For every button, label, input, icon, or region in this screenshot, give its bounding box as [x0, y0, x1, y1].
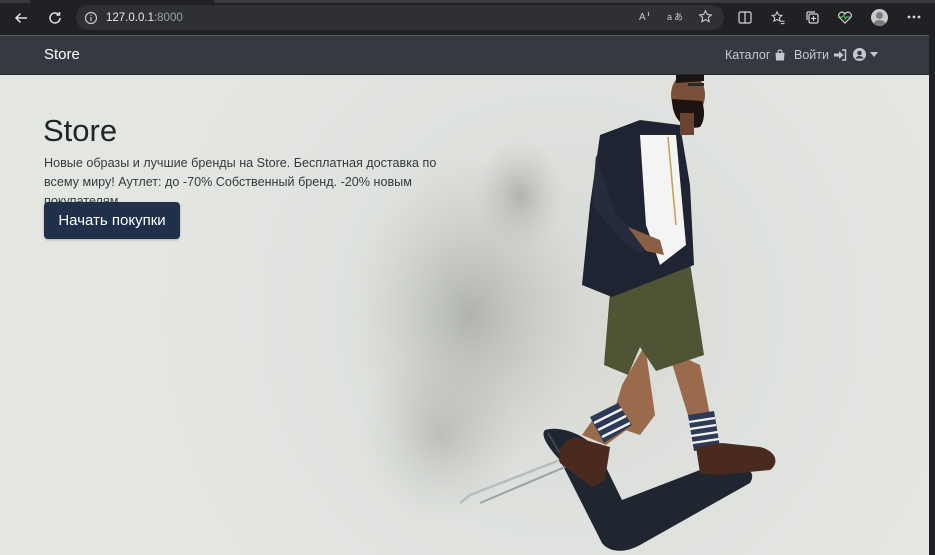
- site-navbar: Store Каталог Войти: [0, 35, 929, 75]
- shopping-bag-icon: [775, 49, 785, 61]
- back-button[interactable]: [9, 6, 33, 30]
- svg-text:あ: あ: [674, 12, 683, 22]
- favorites-list-icon[interactable]: [767, 6, 789, 28]
- nav-catalog-label: Каталог: [725, 48, 771, 62]
- address-bar[interactable]: 127.0.0.1:8000: [76, 5, 724, 30]
- browser-essentials-icon[interactable]: [834, 6, 856, 28]
- tab-edge: [0, 0, 30, 3]
- page-viewport: Store Каталог Войти Store Новые образы и…: [0, 35, 929, 555]
- favorite-icon[interactable]: [695, 6, 715, 26]
- svg-text:a: a: [667, 12, 672, 22]
- more-icon[interactable]: [903, 6, 925, 28]
- hero-section: Store Новые образы и лучшие бренды на St…: [0, 75, 929, 555]
- sign-in-icon: [833, 49, 847, 61]
- hero-title: Store: [43, 113, 118, 148]
- user-circle-icon: [853, 48, 866, 61]
- user-dropdown-toggle[interactable]: [853, 48, 878, 61]
- hero-photo: [350, 75, 776, 551]
- svg-text:A: A: [639, 12, 646, 22]
- site-info-icon[interactable]: [76, 11, 106, 25]
- tab-strip: [214, 0, 935, 3]
- back-icon: [14, 12, 27, 24]
- caret-down-icon: [870, 52, 878, 57]
- brand-link[interactable]: Store: [44, 46, 80, 63]
- read-aloud-icon[interactable]: A: [636, 6, 656, 26]
- split-screen-icon[interactable]: [734, 6, 756, 28]
- nav-catalog-link[interactable]: Каталог: [725, 48, 786, 62]
- browser-toolbar: 127.0.0.1:8000 A aあ: [0, 0, 935, 35]
- nav-login-link[interactable]: Войти: [794, 48, 847, 62]
- start-shopping-button[interactable]: Начать покупки: [44, 202, 180, 239]
- reload-button[interactable]: [43, 6, 67, 30]
- collections-icon[interactable]: [801, 6, 823, 28]
- reload-icon: [49, 12, 61, 24]
- window-border: [929, 35, 935, 555]
- nav-login-label: Войти: [794, 48, 829, 62]
- url-text: 127.0.0.1:8000: [106, 11, 183, 24]
- profile-icon[interactable]: [871, 9, 888, 26]
- translate-icon[interactable]: aあ: [665, 6, 685, 26]
